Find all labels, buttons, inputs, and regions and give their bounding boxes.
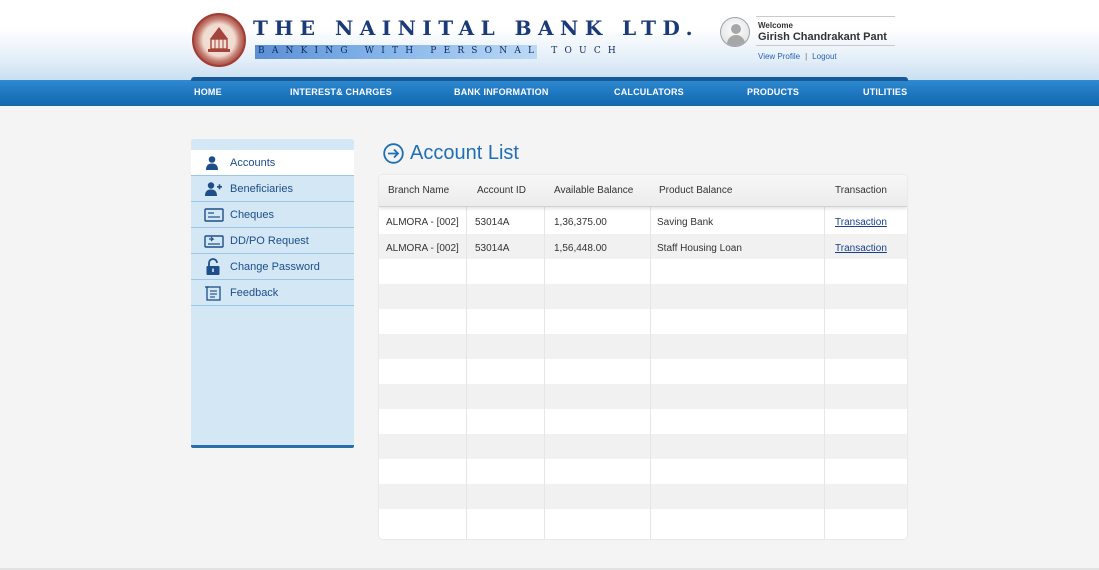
user-avatar — [720, 17, 750, 47]
nav-products[interactable]: PRODUCTS — [747, 87, 799, 97]
table-row-stripe — [379, 284, 907, 309]
nav-bank-information[interactable]: BANK INFORMATION — [454, 87, 549, 97]
logout-link[interactable]: Logout — [812, 52, 836, 61]
cell-branch: ALMORA - [002] — [386, 217, 459, 228]
user-icon — [206, 156, 218, 170]
sidebar: Accounts Beneficiaries Cheques DD/PO Req… — [191, 139, 354, 448]
sidebar-item-label: Feedback — [230, 287, 279, 299]
nav-home[interactable]: HOME — [194, 87, 222, 97]
page-title: Account List — [410, 142, 519, 164]
user-links: View Profile | Logout — [758, 52, 837, 61]
column-header-available-balance: Available Balance — [554, 185, 634, 196]
cheque-icon — [204, 208, 224, 222]
sidebar-item-cheques[interactable]: Cheques — [191, 202, 354, 228]
nav-top-edge — [191, 77, 908, 81]
table-header: Branch Name Account ID Available Balance… — [379, 175, 907, 207]
sidebar-item-label: Cheques — [230, 209, 275, 221]
cell-balance: 1,36,375.00 — [554, 217, 607, 228]
main-nav-bar — [0, 80, 1099, 106]
column-header-transaction: Transaction — [835, 185, 887, 196]
table-row-stripe — [379, 484, 907, 509]
view-profile-link[interactable]: View Profile — [758, 52, 800, 61]
dd-request-icon — [204, 235, 224, 248]
temple-logo-icon — [208, 27, 230, 52]
sidebar-item-beneficiaries[interactable]: Beneficiaries — [191, 176, 354, 202]
sidebar-item-label: Accounts — [230, 157, 276, 169]
table-row-stripe — [379, 334, 907, 359]
table-row-stripe — [379, 384, 907, 409]
link-separator: | — [805, 52, 808, 61]
cell-account-id: 53014A — [475, 243, 510, 254]
header-band — [0, 0, 1099, 80]
table-row-stripe — [379, 434, 907, 459]
column-header-branch-name: Branch Name — [388, 185, 450, 196]
nav-calculators[interactable]: CALCULATORS — [614, 87, 684, 97]
welcome-divider-bottom — [756, 45, 895, 46]
nav-interest-charges[interactable]: INTEREST& CHARGES — [290, 87, 392, 97]
cell-branch: ALMORA - [002] — [386, 243, 459, 254]
bank-name: THE NAINITAL BANK LTD. — [253, 16, 700, 40]
lock-icon — [206, 258, 220, 275]
sidebar-item-label: DD/PO Request — [230, 235, 309, 247]
column-divider — [544, 175, 545, 539]
column-divider — [824, 175, 825, 539]
cell-product: Saving Bank — [657, 217, 714, 228]
column-header-product-balance: Product Balance — [659, 185, 733, 196]
sidebar-item-dd-po-request[interactable]: DD/PO Request — [191, 228, 354, 254]
sidebar-item-change-password[interactable]: Change Password — [191, 254, 354, 280]
sidebar-item-label: Change Password — [230, 261, 320, 273]
cell-account-id: 53014A — [475, 217, 510, 228]
cell-balance: 1,56,448.00 — [554, 243, 607, 254]
transaction-link[interactable]: Transaction — [835, 243, 887, 254]
sidebar-item-feedback[interactable]: Feedback — [191, 280, 354, 306]
account-list-table: Branch Name Account ID Available Balance… — [379, 175, 907, 539]
bank-logo-seal — [192, 13, 246, 67]
nav-utilities[interactable]: UTILITIES — [863, 87, 907, 97]
tagline: BANKING WITH PERSONAL TOUCH — [258, 46, 623, 56]
column-divider — [650, 175, 651, 539]
cell-product: Staff Housing Loan — [657, 243, 742, 254]
column-divider — [466, 175, 467, 539]
arrow-circle-icon — [383, 143, 404, 164]
sidebar-item-label: Beneficiaries — [230, 183, 293, 195]
feedback-icon — [205, 286, 221, 301]
user-name: Girish Chandrakant Pant — [758, 31, 887, 43]
welcome-label: Welcome — [758, 21, 793, 30]
transaction-link[interactable]: Transaction — [835, 217, 887, 228]
add-user-icon — [205, 182, 222, 196]
sidebar-item-accounts[interactable]: Accounts — [191, 150, 354, 176]
column-header-account-id: Account ID — [477, 185, 526, 196]
welcome-divider-top — [756, 16, 895, 17]
